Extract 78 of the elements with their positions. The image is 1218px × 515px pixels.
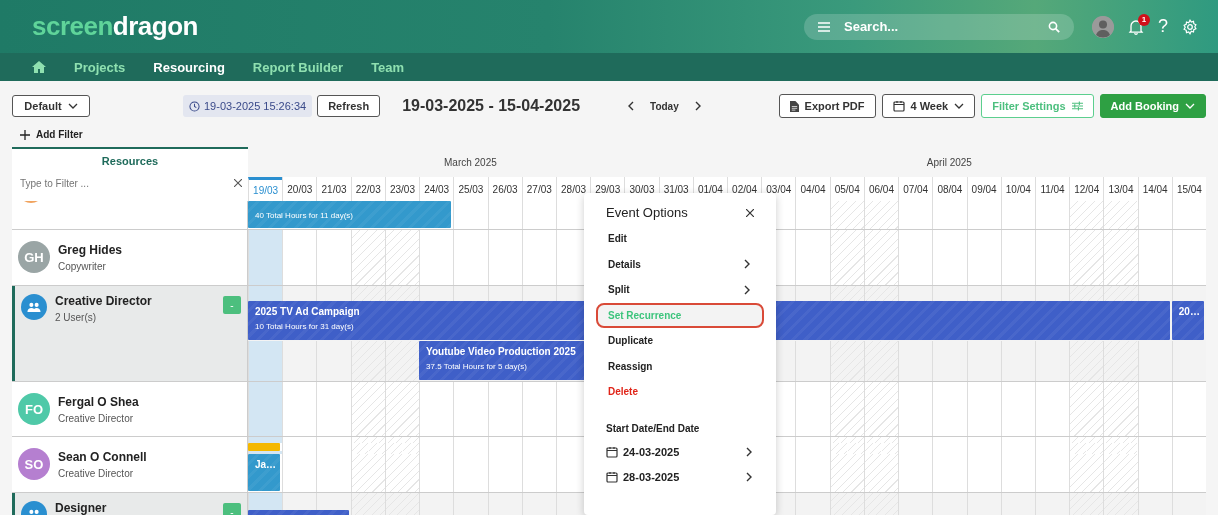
notification-badge: 1 (1138, 13, 1150, 26)
booking-hours: 37.5 Total Hours for 5 day(s) (426, 362, 527, 371)
nav-tab[interactable]: Resourcing (153, 59, 225, 75)
calendar-icon (606, 471, 618, 483)
search-input[interactable]: Search... (842, 18, 1036, 35)
period-dropdown[interactable]: 4 Week (881, 94, 976, 118)
user-avatar-icon[interactable] (1092, 15, 1114, 38)
booking-title: Ja… (255, 459, 277, 470)
month-label: March 2025 (444, 156, 497, 168)
last-updated-time: 19-03-2025 15:26:34 (204, 100, 307, 112)
menu-icon[interactable] (818, 21, 830, 32)
booking-bar[interactable]: 40 Total Hours for 11 day(s) (248, 201, 452, 228)
menu-title: Event Options (606, 205, 688, 220)
add-booking-button[interactable]: Add Booking (1099, 94, 1206, 118)
resources-title: Resources (101, 155, 159, 167)
plus-icon (20, 129, 30, 140)
booking-bar[interactable]: Ja… (248, 454, 281, 491)
resource-name: Sean O Connell (58, 450, 147, 464)
avatar: SO (18, 448, 50, 480)
caret-icon (954, 103, 965, 109)
booking-hours: 10 Total Hours for 31 day(s) (255, 322, 354, 331)
view-dropdown[interactable]: Default (12, 95, 90, 117)
chevron-icon (744, 447, 754, 457)
booking-title: Youtube Video Production 2025 (426, 346, 576, 357)
clock-icon (189, 100, 200, 112)
nav-tab[interactable]: Report Builder (252, 59, 344, 75)
add-filter-link[interactable]: Add Filter (36, 129, 83, 140)
document-icon (789, 100, 799, 112)
calendar-icon (892, 100, 905, 112)
day-header: 19/03 (248, 177, 283, 201)
resource-role: Creative Director (58, 413, 135, 424)
chevron-icon (742, 259, 752, 270)
menu-item[interactable]: Delete (596, 379, 764, 405)
calendar-icon (606, 446, 618, 458)
resource-name: Fergal O Shea (58, 395, 139, 409)
resource-name: Greg Hides (58, 243, 123, 257)
group-name: Creative Director (55, 294, 152, 308)
booking-marker[interactable] (248, 443, 281, 451)
booking-hours: 40 Total Hours for 11 day(s) (255, 211, 353, 220)
bell-icon[interactable] (1128, 18, 1144, 35)
today-button[interactable]: Today (650, 95, 679, 117)
booking-bar[interactable]: 20… (1171, 301, 1204, 340)
caret-icon (1185, 103, 1195, 109)
settings-icon[interactable] (1182, 18, 1198, 35)
people-icon (21, 294, 47, 320)
date-item[interactable]: 28-03-2025 (596, 464, 764, 490)
group-count: 2 User(s) (55, 312, 98, 323)
nav-tab[interactable]: Projects (74, 59, 126, 75)
avatar: GH (18, 241, 50, 273)
refresh-button[interactable]: Refresh (317, 95, 381, 117)
avatar: FO (18, 393, 50, 425)
close-icon[interactable] (746, 208, 754, 217)
search-field[interactable]: Search... (804, 13, 1074, 40)
caret-icon (67, 103, 78, 109)
menu-item[interactable]: Details (596, 251, 764, 277)
resource-role: Copywriter (58, 261, 107, 272)
menu-item[interactable]: Split (596, 277, 764, 303)
help-link[interactable]: ? (1158, 16, 1168, 37)
date-range: 19-03-2025 - 15-04-2025 (402, 97, 581, 115)
resource-role: Creative Director (58, 468, 135, 479)
search-icon[interactable] (1048, 20, 1060, 33)
clear-icon[interactable] (234, 179, 242, 187)
booking-title: 2025 TV Ad Campaign (255, 306, 360, 317)
chevron-icon (744, 472, 754, 482)
home-icon[interactable] (32, 61, 46, 73)
date-item[interactable]: 24-03-2025 (596, 439, 764, 465)
dates-heading: Start Date/End Date (605, 421, 701, 436)
filter-input[interactable]: Type to Filter ... (18, 176, 234, 190)
menu-item[interactable]: Edit (596, 226, 764, 252)
menu-item[interactable]: Reassign (596, 353, 764, 379)
group-name: Designer (55, 501, 107, 515)
month-label: April 2025 (926, 156, 972, 168)
export-pdf-button[interactable]: Export PDF (778, 94, 876, 118)
booking-title: 20… (1178, 306, 1200, 317)
logo: screendragon (32, 11, 198, 42)
sliders-icon (1071, 101, 1083, 111)
nav-tab[interactable]: Team (371, 59, 405, 75)
chevron-icon (742, 284, 752, 295)
